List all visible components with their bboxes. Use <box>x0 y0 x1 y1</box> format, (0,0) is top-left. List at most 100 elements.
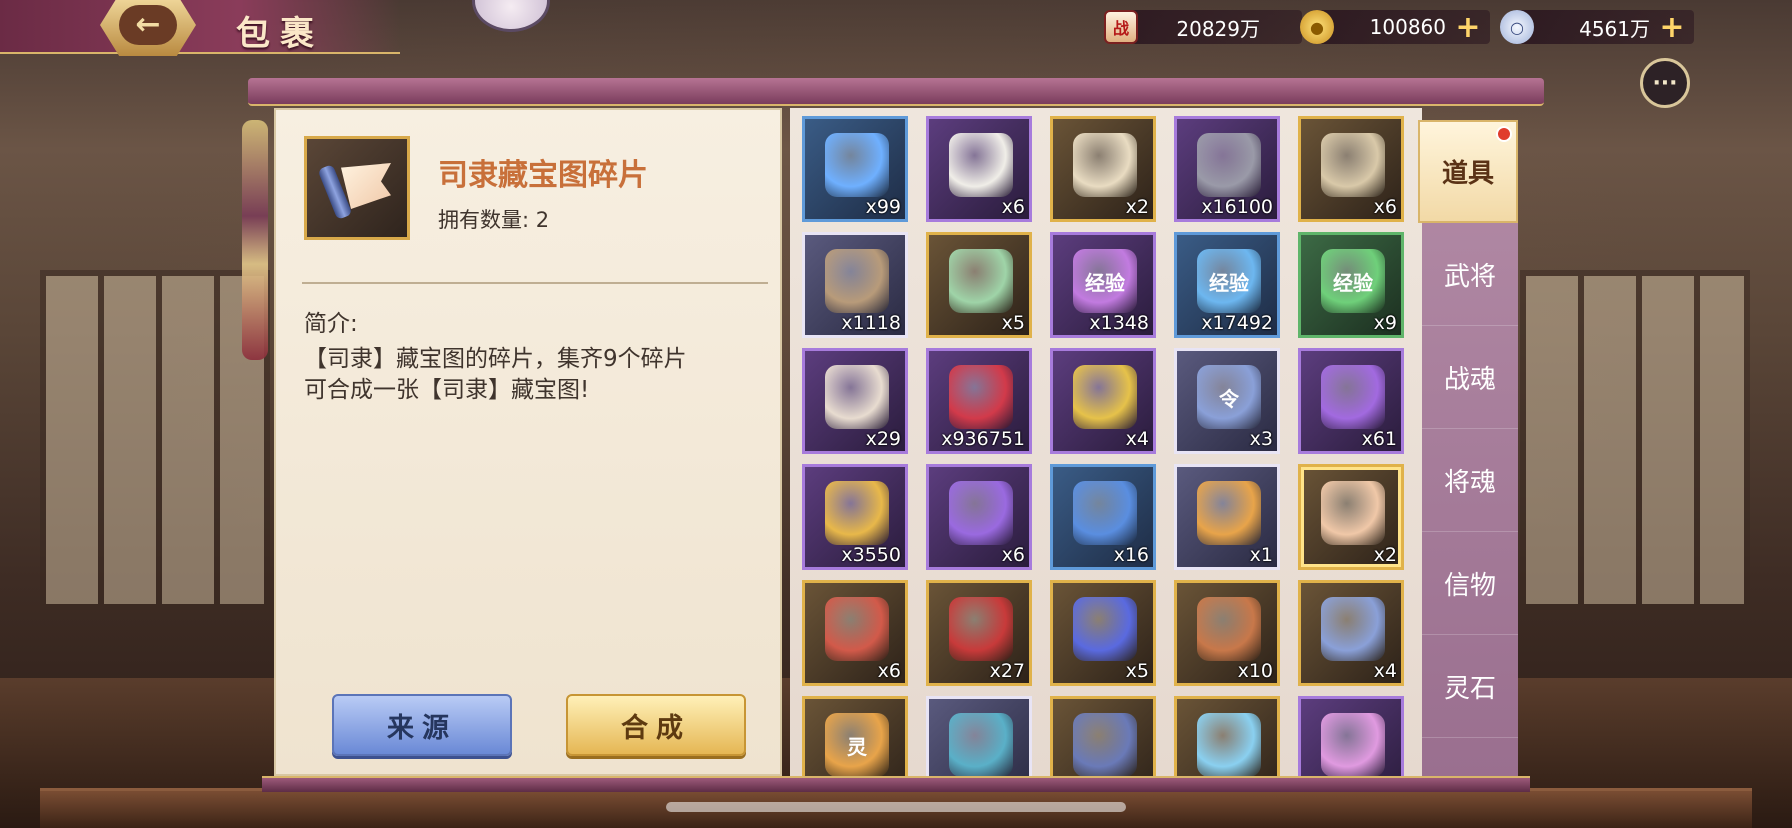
inventory-item[interactable]: x936751 <box>926 348 1032 454</box>
inventory-item[interactable] <box>1298 696 1404 776</box>
blue-vase-icon <box>949 713 1013 776</box>
back-button[interactable]: ← <box>100 0 196 56</box>
jade-scroll-icon <box>949 249 1013 313</box>
home-indicator[interactable] <box>666 802 1126 812</box>
inventory-item[interactable]: x4 <box>1050 348 1156 454</box>
item-quantity: x3 <box>1249 428 1273 450</box>
inventory-item[interactable]: x6 <box>926 464 1032 570</box>
item-quantity: x17492 <box>1201 312 1273 334</box>
inventory-item[interactable]: x29 <box>802 348 908 454</box>
stone-tablet-icon <box>1197 133 1261 197</box>
inventory-item[interactable]: x2 <box>1050 116 1156 222</box>
item-quantity: x2 <box>1373 544 1397 566</box>
panel-frame-bottom <box>262 776 1530 792</box>
battle-power-value: 20829万 <box>1176 16 1260 41</box>
inventory-item[interactable]: 经验 x17492 <box>1174 232 1280 338</box>
inventory-item[interactable]: x6 <box>802 580 908 686</box>
source-button[interactable]: 来源 <box>332 694 512 756</box>
inventory-item[interactable]: 经验 x1348 <box>1050 232 1156 338</box>
inventory-item[interactable]: x2 <box>1298 464 1404 570</box>
description-text: 【司隶】藏宝图的碎片，集齐9个碎片 可合成一张【司隶】藏宝图! <box>304 344 754 406</box>
inventory-item[interactable]: x16100 <box>1174 116 1280 222</box>
inventory-item[interactable]: x1118 <box>802 232 908 338</box>
tab-2[interactable]: 战魂 <box>1422 326 1518 429</box>
resource-gold-ingot: ● 100860 + <box>1300 10 1490 45</box>
inventory-item[interactable]: x5 <box>926 232 1032 338</box>
red-scroll-icon <box>949 597 1013 661</box>
item-quantity: x10 <box>1237 660 1273 682</box>
silver-coin-value: 4561万 <box>1579 16 1650 41</box>
tab-label: 战魂 <box>1443 364 1496 395</box>
inventory-item[interactable]: x6 <box>926 116 1032 222</box>
gold-ingot-value: 100860 <box>1369 15 1446 39</box>
armillary-orb-icon <box>1073 597 1137 661</box>
painting-scroll-icon <box>1321 133 1385 197</box>
chat-bubble-icon: ··· <box>1652 70 1678 96</box>
resource-silver-coin: ○ 4561万 + <box>1500 10 1694 45</box>
tab-1[interactable]: 武将 <box>1422 223 1518 326</box>
resource-battle-power: 战 20829万 <box>1104 10 1302 44</box>
item-quantity: x4 <box>1373 660 1397 682</box>
compose-button[interactable]: 合成 <box>566 694 746 756</box>
map-scroll-icon <box>1073 133 1137 197</box>
inventory-item[interactable]: x10 <box>1174 580 1280 686</box>
item-quantity: x6 <box>877 660 901 682</box>
inventory-item[interactable] <box>1050 696 1156 776</box>
gold-fragment-icon <box>1197 481 1261 545</box>
inventory-item[interactable]: 灵 <box>802 696 908 776</box>
inventory-grid-area[interactable]: x99 x6 x2 x16100 x6 x1118 x5 经验 x1348 经验 x17492 经验 x… <box>790 108 1422 776</box>
inventory-item[interactable]: x99 <box>802 116 908 222</box>
wood-log-icon <box>825 249 889 313</box>
blue-flame-icon <box>825 133 889 197</box>
exp-orb-purple-icon: 经验 <box>1073 249 1137 313</box>
gold-ingot-icon: ● <box>1300 10 1334 44</box>
category-tabs: 道具武将战魂将魂信物 灵石 <box>1418 120 1518 776</box>
avatar[interactable] <box>472 0 550 32</box>
steamed-bun-icon <box>949 133 1013 197</box>
tab-label: 将魂 <box>1443 467 1496 498</box>
chat-button[interactable]: ··· <box>1640 58 1690 108</box>
inventory-item[interactable]: x5 <box>1050 580 1156 686</box>
item-detail-panel: 司隶藏宝图碎片 拥有数量: 2 简介: 【司隶】藏宝图的碎片，集齐9个碎片 可合… <box>274 108 782 776</box>
inventory-item[interactable] <box>926 696 1032 776</box>
inventory-item[interactable]: x3550 <box>802 464 908 570</box>
item-quantity: x5 <box>1001 312 1025 334</box>
item-quantity: x1348 <box>1089 312 1149 334</box>
add-silver-coin-button[interactable]: + <box>1658 10 1686 45</box>
ice-crystal-icon <box>1197 713 1261 776</box>
blue-gem-icon <box>1073 481 1137 545</box>
inventory-item[interactable]: 令 x3 <box>1174 348 1280 454</box>
inventory-item[interactable]: x6 <box>1298 116 1404 222</box>
item-quantity: x1 <box>1249 544 1273 566</box>
inventory-item[interactable]: x27 <box>926 580 1032 686</box>
add-gold-ingot-button[interactable]: + <box>1454 10 1482 45</box>
inventory-item[interactable]: x61 <box>1298 348 1404 454</box>
item-quantity: x9 <box>1373 312 1397 334</box>
tab-5[interactable]: 灵石 <box>1422 635 1518 738</box>
notification-dot-icon <box>1496 126 1512 142</box>
description-line-2: 可合成一张【司隶】藏宝图! <box>304 377 590 403</box>
bronze-fragment-icon <box>1197 597 1261 661</box>
inventory-item[interactable]: x4 <box>1298 580 1404 686</box>
item-count: 拥有数量: 2 <box>438 208 550 232</box>
silver-coin-icon: ○ <box>1500 10 1534 44</box>
tab-3[interactable]: 将魂 <box>1422 429 1518 532</box>
purple-talisman-icon <box>1321 365 1385 429</box>
selected-item-icon <box>304 136 410 240</box>
inventory-item[interactable] <box>1174 696 1280 776</box>
tab-0[interactable]: 道具 <box>1418 120 1518 223</box>
conch-horn-icon <box>825 365 889 429</box>
inventory-item[interactable]: 经验 x9 <box>1298 232 1404 338</box>
map-fragment-blue-icon <box>1321 597 1385 661</box>
item-quantity: x16 <box>1113 544 1149 566</box>
tab-4[interactable]: 信物 <box>1422 532 1518 635</box>
inventory-item[interactable]: x16 <box>1050 464 1156 570</box>
background-screen-left <box>40 270 270 610</box>
inventory-item[interactable]: x1 <box>1174 464 1280 570</box>
item-quantity: x6 <box>1001 196 1025 218</box>
tab-label: 武将 <box>1443 261 1496 292</box>
powder-pile-icon <box>1321 713 1385 776</box>
map-fragment-icon <box>317 159 393 221</box>
hanging-ornament <box>242 120 268 360</box>
spirit-stone-icon: 灵 <box>825 713 889 776</box>
